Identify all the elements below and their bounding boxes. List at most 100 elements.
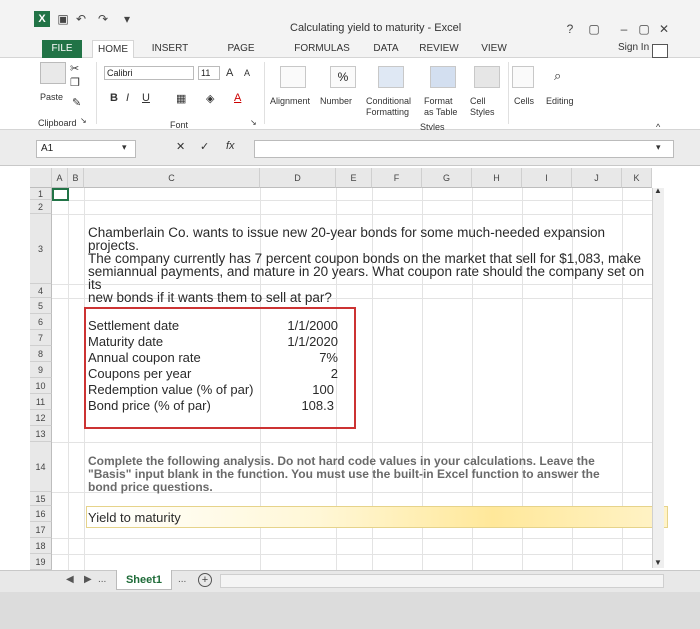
copy-icon[interactable]: ❐ (70, 76, 80, 89)
previous-sheets-ellipsis[interactable]: ... (98, 574, 106, 585)
font-color-icon[interactable]: A (234, 92, 241, 104)
problem-statement-cell[interactable]: Chamberlain Co. wants to issue new 20-ye… (88, 226, 648, 305)
row-header-14[interactable]: 14 (30, 442, 52, 492)
selected-cell-a1[interactable] (52, 188, 69, 201)
tab-review[interactable]: REVIEW (416, 40, 462, 58)
row-header-17[interactable]: 17 (30, 522, 52, 538)
expand-formula-bar-icon[interactable]: ▾ (656, 142, 661, 153)
underline-button[interactable]: U (142, 92, 150, 104)
editing-button[interactable]: Editing (546, 96, 574, 106)
tab-view[interactable]: VIEW (476, 40, 512, 58)
cancel-formula-button[interactable]: ✕ (176, 140, 185, 153)
yield-to-maturity-label[interactable]: Yield to maturity (88, 510, 181, 525)
italic-button[interactable]: I (126, 92, 129, 104)
ribbon-display-icon[interactable]: ▢ (586, 22, 602, 36)
cell-styles-icon[interactable] (474, 66, 500, 88)
scroll-sheets-left-icon[interactable]: ◀ (66, 574, 74, 585)
coupons-per-year-value[interactable]: 2 (262, 366, 338, 381)
close-button[interactable]: ✕ (656, 22, 672, 36)
row-header-10[interactable]: 10 (30, 378, 52, 394)
row-header-5[interactable]: 5 (30, 298, 52, 314)
row-header-18[interactable]: 18 (30, 538, 52, 554)
format-as-table-button[interactable]: Format as Table (424, 96, 464, 118)
save-icon[interactable]: ▣ (56, 12, 70, 26)
maturity-date-label[interactable]: Maturity date (88, 334, 163, 349)
name-box-dropdown-icon[interactable]: ▾ (122, 142, 127, 153)
next-sheets-ellipsis[interactable]: ... (178, 574, 186, 585)
annual-coupon-rate-label[interactable]: Annual coupon rate (88, 350, 201, 365)
borders-icon[interactable]: ▦ (176, 92, 186, 105)
horizontal-scrollbar[interactable] (220, 574, 664, 588)
row-header-6[interactable]: 6 (30, 314, 52, 330)
conditional-formatting-button[interactable]: Conditional Formatting (366, 96, 428, 118)
increase-font-icon[interactable]: A (226, 67, 233, 79)
redemption-value-label[interactable]: Redemption value (% of par) (88, 382, 253, 397)
row-header-16[interactable]: 16 (30, 506, 52, 522)
conditional-formatting-icon[interactable] (378, 66, 404, 88)
alignment-button[interactable]: Alignment (270, 96, 310, 106)
customize-toolbar-icon[interactable]: ▾ (120, 12, 134, 26)
column-header-k[interactable]: K (622, 168, 652, 188)
tab-page-layout[interactable]: PAGE LAYOUT (208, 40, 274, 72)
new-sheet-button[interactable]: + (198, 573, 212, 587)
font-size-select[interactable]: 11 (198, 66, 220, 80)
tab-insert[interactable]: INSERT (148, 40, 192, 58)
tab-file[interactable]: FILE (42, 40, 82, 58)
bond-price-label[interactable]: Bond price (% of par) (88, 398, 211, 413)
paste-icon[interactable] (40, 62, 66, 84)
column-header-c[interactable]: C (84, 168, 260, 188)
column-header-d[interactable]: D (260, 168, 336, 188)
tab-formulas[interactable]: FORMULAS (292, 40, 352, 58)
column-header-f[interactable]: F (372, 168, 422, 188)
bold-button[interactable]: B (110, 92, 118, 104)
cells-button[interactable]: Cells (514, 96, 534, 106)
redo-icon[interactable]: ↷ (96, 12, 110, 26)
select-all-corner[interactable] (30, 168, 52, 188)
percent-icon[interactable]: % (330, 66, 356, 88)
row-header-12[interactable]: 12 (30, 410, 52, 426)
binoculars-icon[interactable]: ⌕ (554, 68, 561, 84)
column-header-j[interactable]: J (572, 168, 622, 188)
enter-formula-button[interactable]: ✓ (200, 140, 209, 153)
sign-in-link[interactable]: Sign In (618, 42, 649, 53)
undo-icon[interactable]: ↶ (74, 12, 88, 26)
number-button[interactable]: Number (320, 96, 352, 106)
settlement-date-label[interactable]: Settlement date (88, 318, 179, 333)
column-header-b[interactable]: B (68, 168, 84, 188)
row-header-19[interactable]: 19 (30, 554, 52, 570)
row-header-2[interactable]: 2 (30, 200, 52, 214)
format-as-table-icon[interactable] (430, 66, 456, 88)
annual-coupon-rate-value[interactable]: 7% (262, 350, 338, 365)
account-icon[interactable] (652, 44, 668, 58)
row-header-3[interactable]: 3 (30, 214, 52, 284)
row-header-1[interactable]: 1 (30, 188, 52, 200)
row-header-15[interactable]: 15 (30, 492, 52, 506)
decrease-font-icon[interactable]: A (244, 68, 250, 78)
alignment-icon[interactable] (280, 66, 306, 88)
maturity-date-value[interactable]: 1/1/2020 (262, 334, 338, 349)
scroll-up-icon[interactable]: ▲ (654, 186, 662, 195)
sheet-tab-sheet1[interactable]: Sheet1 (116, 570, 172, 590)
row-header-4[interactable]: 4 (30, 284, 52, 298)
cells-icon[interactable] (512, 66, 534, 88)
scroll-down-icon[interactable]: ▼ (654, 558, 662, 567)
row-header-7[interactable]: 7 (30, 330, 52, 346)
vertical-scrollbar[interactable] (652, 188, 664, 568)
column-header-i[interactable]: I (522, 168, 572, 188)
row-header-11[interactable]: 11 (30, 394, 52, 410)
cell-styles-button[interactable]: Cell Styles (470, 96, 506, 118)
help-button[interactable]: ? (562, 22, 578, 36)
font-name-select[interactable]: Calibri (104, 66, 194, 80)
restore-button[interactable]: ▢ (636, 22, 652, 36)
clipboard-launcher-icon[interactable]: ↘ (80, 116, 87, 125)
row-header-9[interactable]: 9 (30, 362, 52, 378)
format-painter-icon[interactable]: ✎ (72, 96, 81, 109)
column-header-a[interactable]: A (52, 168, 68, 188)
font-launcher-icon[interactable]: ↘ (250, 118, 257, 127)
insert-function-button[interactable]: fx (226, 140, 235, 152)
name-box[interactable]: A1 (36, 140, 136, 158)
paste-button[interactable]: Paste (40, 92, 63, 102)
settlement-date-value[interactable]: 1/1/2000 (262, 318, 338, 333)
instructions-cell[interactable]: Complete the following analysis. Do not … (88, 455, 648, 494)
column-header-g[interactable]: G (422, 168, 472, 188)
